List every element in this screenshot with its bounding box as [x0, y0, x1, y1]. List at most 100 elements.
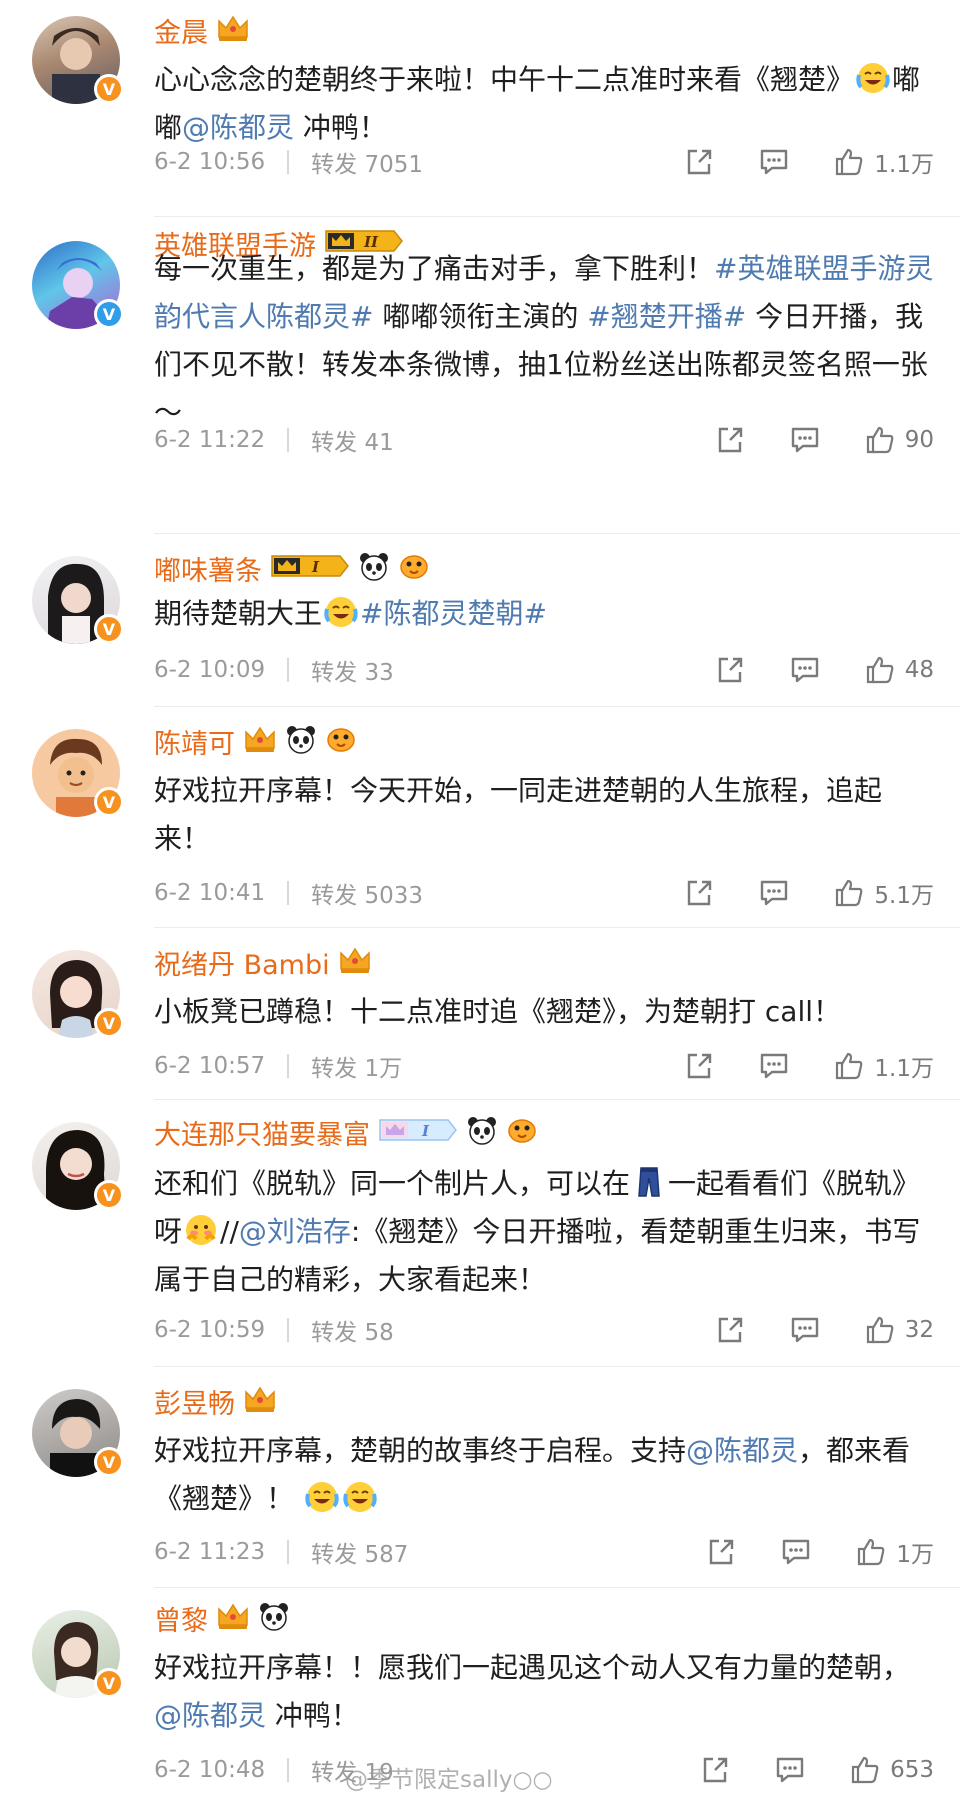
- forward-count[interactable]: 转发 58: [311, 1313, 394, 1347]
- comment-button[interactable]: [758, 1046, 790, 1086]
- text-segment: 心心念念的楚朝终于来啦！中午十二点准时来看《翘楚》: [154, 63, 855, 96]
- username[interactable]: 金晨: [154, 11, 208, 50]
- mention-link[interactable]: @陈都灵: [182, 111, 294, 144]
- comment-button[interactable]: [758, 142, 790, 182]
- avatar[interactable]: V: [32, 16, 124, 104]
- comment-text: 每一次重生，都是为了痛击对手，拿下胜利！#英雄联盟手游灵韵代言人陈都灵# 嘟嘟领…: [154, 245, 934, 437]
- level-badge-icon: I: [270, 550, 350, 586]
- like-button[interactable]: 32: [865, 1310, 934, 1350]
- like-count: 90: [904, 427, 934, 453]
- avatar[interactable]: V: [32, 950, 124, 1038]
- level-badge-icon: I: [378, 1114, 458, 1150]
- like-button[interactable]: 1.1万: [834, 1046, 934, 1086]
- thumbs-up-icon: [836, 1052, 863, 1080]
- forward-count[interactable]: 转发 7051: [311, 145, 423, 179]
- text-segment: 期待楚朝大王: [154, 597, 323, 630]
- forward-count[interactable]: 转发 41: [311, 423, 394, 457]
- fish-icon: [506, 1115, 538, 1149]
- verified-badge-icon: V: [94, 1668, 124, 1698]
- comment-button[interactable]: [789, 650, 821, 690]
- share-icon: [718, 1317, 742, 1343]
- hashtag-link[interactable]: #陈都灵楚朝#: [360, 597, 547, 630]
- forward-count[interactable]: 转发 33: [311, 653, 394, 687]
- username[interactable]: 祝绪丹 Bambi: [154, 943, 330, 982]
- comment-text: 好戏拉开序幕，楚朝的故事终于启程。支持@陈都灵，都来看《翘楚》！: [154, 1427, 934, 1523]
- verified-badge-icon: V: [94, 74, 124, 104]
- avatar[interactable]: V: [32, 241, 124, 329]
- username[interactable]: 陈靖可: [154, 722, 235, 761]
- username[interactable]: 大连那只猫要暴富: [154, 1113, 370, 1152]
- comment-button[interactable]: [774, 1750, 806, 1790]
- avatar[interactable]: V: [32, 556, 124, 644]
- jeans-emoji-icon: [632, 1165, 666, 1199]
- avatar[interactable]: V: [32, 1610, 124, 1698]
- text-segment: 冲鸭！: [294, 111, 387, 144]
- like-button[interactable]: 1万: [856, 1532, 934, 1572]
- verified-badge-icon: V: [94, 787, 124, 817]
- comment-button[interactable]: [789, 420, 821, 460]
- comment-text: 好戏拉开序幕！今天开始，一同走进楚朝的人生旅程，追起来！: [154, 767, 934, 863]
- fish-icon: [398, 551, 430, 585]
- username[interactable]: 曾黎: [154, 1599, 208, 1638]
- like-button[interactable]: 653: [850, 1750, 934, 1790]
- forward-count[interactable]: 转发 587: [311, 1535, 408, 1569]
- text-segment: //: [220, 1215, 239, 1248]
- forward-count[interactable]: 转发 5033: [311, 876, 423, 910]
- comment-button[interactable]: [758, 873, 790, 913]
- share-icon: [703, 1757, 728, 1783]
- share-button[interactable]: [715, 1310, 745, 1350]
- like-count: 1.1万: [874, 152, 934, 178]
- share-icon: [688, 1053, 712, 1079]
- comment-icon: [783, 1539, 810, 1565]
- thumbs-up-icon: [866, 656, 894, 684]
- comment-button[interactable]: [780, 1532, 812, 1572]
- like-button[interactable]: 90: [865, 420, 934, 460]
- post-time: 6-2 11:22: [154, 427, 266, 453]
- crying-laugh-emoji-icon: [305, 1480, 339, 1514]
- hashtag-link[interactable]: #翘楚开播#: [587, 300, 746, 333]
- share-button[interactable]: [684, 142, 714, 182]
- comment-button[interactable]: [789, 1310, 821, 1350]
- level-label: I: [311, 558, 320, 576]
- divider: [287, 1318, 290, 1342]
- post-time: 6-2 10:09: [154, 657, 266, 683]
- comment-icon: [761, 1053, 788, 1079]
- text-segment: 小板凳已蹲稳！十二点准时追《翘楚》，为楚朝打 call！: [154, 995, 842, 1028]
- like-count: 32: [904, 1317, 934, 1343]
- like-button[interactable]: 48: [865, 650, 934, 690]
- comment-text: 心心念念的楚朝终于来啦！中午十二点准时来看《翘楚》 嘟嘟@陈都灵 冲鸭！: [154, 56, 934, 152]
- share-button[interactable]: [715, 650, 745, 690]
- like-button[interactable]: 1.1万: [834, 142, 934, 182]
- divider: [287, 658, 290, 682]
- share-button[interactable]: [684, 1046, 714, 1086]
- divider: [154, 927, 960, 928]
- panda-icon: [258, 1601, 290, 1635]
- thumbs-up-icon: [851, 1756, 879, 1784]
- share-button[interactable]: [715, 420, 745, 460]
- like-button[interactable]: 5.1万: [834, 873, 934, 913]
- username[interactable]: 彭昱畅: [154, 1382, 235, 1421]
- share-button[interactable]: [706, 1532, 736, 1572]
- verified-badge-icon: V: [94, 1008, 124, 1038]
- thumbs-up-icon: [836, 879, 863, 907]
- mention-link[interactable]: @陈都灵: [154, 1699, 266, 1732]
- post-time: 6-2 10:41: [154, 880, 266, 906]
- avatar[interactable]: V: [32, 1122, 124, 1210]
- mention-link[interactable]: @刘浩存: [239, 1215, 351, 1248]
- mention-link[interactable]: @陈都灵: [686, 1434, 798, 1467]
- thumbs-up-icon: [866, 1316, 894, 1344]
- divider: [154, 1587, 960, 1588]
- panda-icon: [358, 551, 390, 585]
- share-icon: [688, 149, 712, 175]
- share-button[interactable]: [684, 873, 714, 913]
- forward-count[interactable]: 转发 1万: [311, 1049, 402, 1083]
- username[interactable]: 嘟味薯条: [154, 549, 262, 588]
- divider: [287, 881, 290, 905]
- post-time: 6-2 10:59: [154, 1317, 266, 1343]
- like-count: 653: [890, 1757, 934, 1783]
- share-button[interactable]: [700, 1750, 730, 1790]
- avatar[interactable]: V: [32, 1389, 124, 1477]
- avatar[interactable]: V: [32, 729, 124, 817]
- like-count: 48: [904, 657, 934, 683]
- crown-icon: [216, 13, 250, 47]
